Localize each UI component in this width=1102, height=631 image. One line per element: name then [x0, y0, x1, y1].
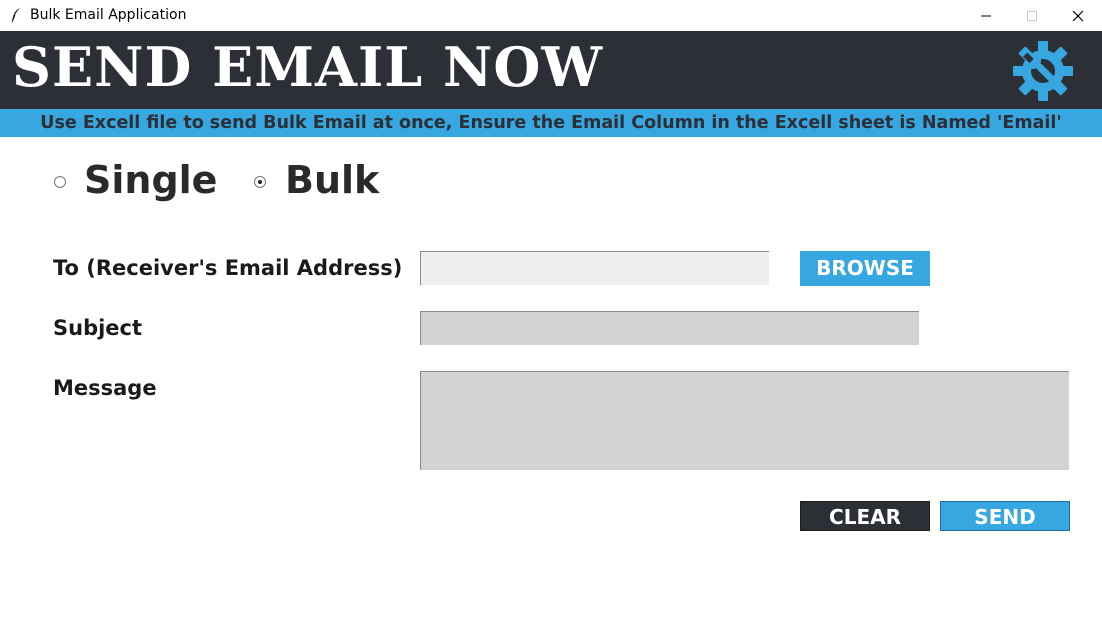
window-title: Bulk Email Application	[30, 7, 187, 23]
radio-single-label[interactable]: Single	[84, 158, 217, 202]
radio-bulk-label[interactable]: Bulk	[285, 158, 379, 202]
maximize-icon	[1027, 11, 1037, 21]
close-button[interactable]	[1055, 0, 1101, 31]
send-button[interactable]: SEND	[940, 501, 1070, 531]
to-label: To (Receiver's Email Address)	[53, 256, 403, 280]
radio-bulk[interactable]	[254, 176, 266, 188]
close-icon	[1072, 10, 1084, 22]
minimize-button[interactable]	[963, 0, 1009, 31]
browse-button[interactable]: BROWSE	[800, 251, 930, 286]
banner-text: Use Excell file to send Bulk Email at on…	[40, 113, 1062, 133]
window-titlebar: Bulk Email Application	[0, 0, 1102, 32]
app-title: SEND EMAIL NOW	[12, 35, 604, 99]
message-label: Message	[53, 376, 157, 400]
to-email-input[interactable]	[420, 251, 769, 285]
feather-icon	[11, 8, 20, 23]
message-textarea[interactable]	[420, 371, 1069, 470]
app-header: SEND EMAIL NOW	[0, 31, 1102, 109]
subject-label: Subject	[53, 316, 143, 340]
maximize-button[interactable]	[1009, 0, 1055, 31]
minimize-icon	[981, 15, 991, 17]
radio-single[interactable]	[54, 176, 66, 188]
info-banner: Use Excell file to send Bulk Email at on…	[0, 109, 1102, 137]
clear-button[interactable]: CLEAR	[800, 501, 930, 531]
settings-gear-wrench-icon[interactable]	[1011, 39, 1075, 103]
subject-input[interactable]	[420, 311, 919, 345]
